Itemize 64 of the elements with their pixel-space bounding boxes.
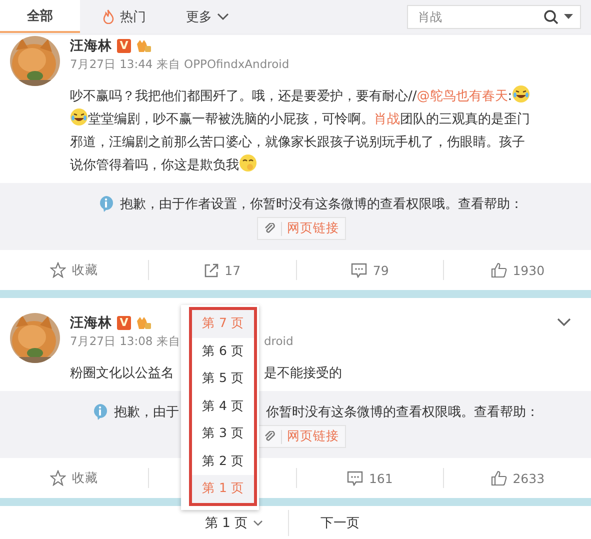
post-text: 吵不赢吗？我把他们都围歼了。哦，还是要爱护，要有耐心//: [70, 89, 417, 104]
caret-down-icon[interactable]: [564, 14, 573, 20]
info-icon: [92, 403, 108, 421]
tab[interactable]: 全部: [0, 0, 80, 33]
page-option[interactable]: 第 4 页: [192, 392, 254, 420]
topic-link[interactable]: 肖战: [374, 112, 400, 127]
topic-link[interactable]: @鸵鸟也有春天: [416, 89, 508, 104]
action-button[interactable]: 79: [350, 262, 389, 278]
post-text: 邪道，汪编剧之前那么苦口婆心，就像家长跟孩子说别玩手机了，伤眼睛。孩子: [70, 135, 525, 150]
action-button[interactable]: 161: [346, 470, 393, 486]
paperclip-icon: [264, 222, 276, 234]
comment-icon: [346, 470, 363, 486]
page-option[interactable]: 第 6 页: [192, 338, 254, 365]
laughing-emoji-icon: [70, 108, 88, 126]
level-badge-icon: [136, 316, 152, 330]
paperclip-icon: [264, 430, 276, 442]
chevron-down-icon[interactable]: [557, 318, 571, 327]
web-link[interactable]: 网页链接: [257, 217, 346, 240]
chevron-down-icon: [217, 12, 229, 20]
user-name[interactable]: 汪海林: [70, 37, 112, 55]
post-text: 堂堂编剧，吵不赢一帮被洗脑的小屁孩，可怜啊。: [88, 112, 374, 127]
page-option[interactable]: 第 7 页: [192, 310, 254, 338]
thumbs-up-icon: [490, 262, 507, 278]
share-icon: [204, 262, 219, 278]
action-button[interactable]: 收藏: [50, 470, 98, 486]
post-meta: 7月27日 13:08 来自: [70, 334, 182, 349]
web-link[interactable]: 网页链接: [257, 425, 346, 448]
search-field[interactable]: 肖战: [407, 4, 581, 28]
post-meta: droid: [264, 334, 294, 349]
comment-icon: [350, 262, 367, 278]
thumbs-up-icon: [490, 470, 507, 486]
verified-badge: V: [117, 316, 131, 330]
post-text: 粉圈文化以公益名: [70, 366, 174, 381]
tab[interactable]: 热门: [80, 0, 166, 33]
page-option[interactable]: 第 3 页: [192, 420, 254, 448]
chevron-down-icon: [252, 520, 263, 526]
laughing-emoji-icon: [512, 85, 530, 103]
notice-text: 抱歉，由于: [114, 404, 180, 421]
next-page-button[interactable]: 下一页: [320, 514, 360, 532]
fire-icon: [102, 9, 115, 24]
post-text: :: [508, 89, 512, 104]
action-button[interactable]: 收藏: [50, 262, 98, 278]
post-meta: 7月27日 13:44 来自 OPPOfindxAndroid: [70, 57, 290, 72]
page-option[interactable]: 第 5 页: [192, 365, 254, 392]
info-icon: [98, 195, 114, 213]
post-text: 团队的三观真的是歪门: [400, 112, 530, 127]
user-name[interactable]: 汪海林: [70, 314, 112, 332]
action-button[interactable]: 17: [204, 262, 241, 278]
notice-text: 抱歉，由于作者设置，你暂时没有这条微博的查看权限哦。查看帮助：: [120, 196, 523, 213]
page-option[interactable]: 第 2 页: [192, 448, 254, 475]
post-text: 说你管得着吗，你这是欺负我: [70, 158, 239, 173]
star-icon: [50, 262, 66, 278]
star-icon: [50, 470, 66, 486]
level-badge-icon: [136, 39, 152, 53]
verified-badge: V: [117, 39, 131, 53]
post-text: 是不能接受的: [264, 365, 342, 383]
search-icon[interactable]: [543, 8, 559, 24]
page-option[interactable]: 第 1 页: [192, 475, 254, 502]
page-select[interactable]: 第 1 页: [205, 514, 263, 532]
action-button[interactable]: 2633: [490, 470, 545, 486]
action-button[interactable]: 1930: [490, 262, 545, 278]
tab[interactable]: 更多: [166, 0, 249, 33]
notice-text: 你暂时没有这条微博的查看权限哦。查看帮助：: [266, 404, 539, 421]
shy-emoji-icon: [239, 154, 257, 172]
